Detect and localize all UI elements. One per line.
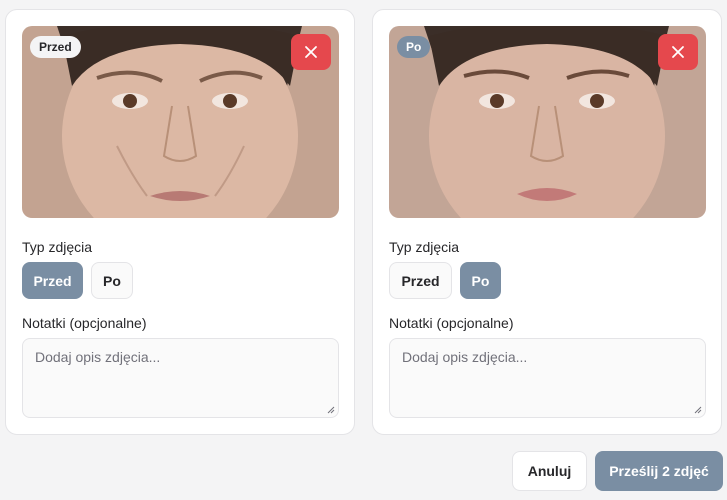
- remove-photo-button[interactable]: [658, 34, 698, 70]
- notes-textarea[interactable]: Dodaj opis zdjęcia...: [22, 338, 339, 418]
- close-icon: [672, 46, 684, 58]
- notes-placeholder: Dodaj opis zdjęcia...: [35, 349, 161, 365]
- toggle-po[interactable]: Po: [460, 262, 501, 299]
- photo-preview-1: Przed: [22, 26, 339, 218]
- resize-grip-icon[interactable]: [694, 406, 702, 414]
- photo-preview-2: Po: [389, 26, 706, 218]
- photo-type-label: Typ zdjęcia: [389, 239, 460, 255]
- close-icon: [305, 46, 317, 58]
- notes-label: Notatki (opcjonalne): [22, 315, 147, 331]
- photo-type-badge: Przed: [30, 36, 81, 58]
- notes-label: Notatki (opcjonalne): [389, 315, 514, 331]
- resize-grip-icon[interactable]: [327, 406, 335, 414]
- toggle-po[interactable]: Po: [91, 262, 133, 299]
- photo-card-1: Przed Typ zdjęcia Przed Po Notatki (opcj…: [5, 9, 355, 435]
- remove-photo-button[interactable]: [291, 34, 331, 70]
- photo-type-label: Typ zdjęcia: [22, 239, 93, 255]
- photo-type-badge: Po: [397, 36, 431, 58]
- notes-textarea[interactable]: Dodaj opis zdjęcia...: [389, 338, 706, 418]
- cancel-button[interactable]: Anuluj: [512, 451, 587, 491]
- toggle-przed[interactable]: Przed: [389, 262, 452, 299]
- toggle-przed[interactable]: Przed: [22, 262, 83, 299]
- photo-card-2: Po Typ zdjęcia Przed Po Notatki (opcjona…: [372, 9, 722, 435]
- notes-placeholder: Dodaj opis zdjęcia...: [402, 349, 528, 365]
- upload-photos-button[interactable]: Prześlij 2 zdjęć: [595, 451, 723, 491]
